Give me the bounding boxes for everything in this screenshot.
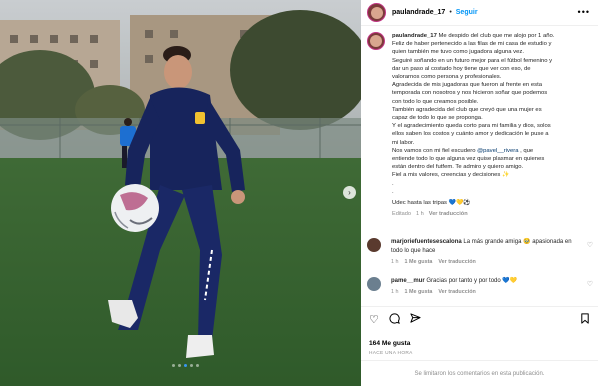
caption-line: están dentro del futfem. Te admiro y qui… bbox=[392, 164, 524, 171]
action-icons: ♡ bbox=[369, 313, 590, 327]
caption-line: . bbox=[392, 180, 394, 187]
post-photo-illustration bbox=[0, 0, 361, 386]
avatar-image bbox=[370, 35, 382, 47]
comment-likes[interactable]: 1 Me gusta bbox=[405, 259, 433, 265]
comment-avatar[interactable] bbox=[367, 238, 381, 252]
avatar[interactable] bbox=[367, 3, 386, 22]
caption-line: Feliz de haber pertenecido a las filas d… bbox=[392, 41, 552, 48]
comment-like-heart-icon[interactable]: ♡ bbox=[587, 241, 593, 249]
comment-username[interactable]: pame__mur bbox=[391, 278, 425, 284]
post-header: paulandrade_17 • Seguir ••• bbox=[361, 0, 598, 26]
caption-line: Fiel a mis valores, creencias y decision… bbox=[392, 172, 510, 179]
mention-link[interactable]: @pavel__rivera bbox=[477, 148, 518, 154]
bookmark-icon[interactable] bbox=[580, 313, 590, 327]
comment-time[interactable]: 1 h bbox=[391, 289, 399, 295]
follow-button[interactable]: Seguir bbox=[456, 9, 478, 16]
post-actions: ♡ 164 Me gusta HACE UNA HORA bbox=[361, 306, 598, 356]
comment-like-heart-icon[interactable]: ♡ bbox=[587, 280, 593, 288]
comment-time[interactable]: 1 h bbox=[391, 259, 399, 265]
caption-body: paulandrade_17 Me despido del club que m… bbox=[392, 32, 592, 218]
heart-icon[interactable]: ♡ bbox=[369, 314, 379, 326]
author-username[interactable]: paulandrade_17 bbox=[392, 9, 445, 16]
caption-line: mi labor. bbox=[392, 139, 415, 146]
caption-line: También agradecida del club que creyó qu… bbox=[392, 106, 542, 113]
carousel-next-button[interactable]: › bbox=[343, 186, 356, 199]
caption-time[interactable]: 1 h bbox=[416, 211, 424, 217]
comment-likes[interactable]: 1 Me gusta bbox=[405, 289, 433, 295]
caption-meta: Editado 1 h Ver traducción bbox=[392, 210, 592, 218]
likes-count[interactable]: 164 Me gusta bbox=[369, 340, 590, 347]
caption-username[interactable]: paulandrade_17 bbox=[392, 33, 437, 39]
caption-line: Nos vamos con mi fiel escudero bbox=[392, 147, 478, 154]
comment-translate-link[interactable]: Ver traducción bbox=[438, 259, 475, 265]
caption-line: entiende todo lo que alguna vez quise pl… bbox=[392, 156, 545, 163]
caption-line: . bbox=[392, 188, 394, 195]
avatar-image bbox=[370, 6, 383, 19]
caption-line: temporada con nosotros y nos hicieron so… bbox=[392, 90, 548, 97]
caption-line: ellos saben los costos y cuánto amor y d… bbox=[392, 131, 549, 138]
caption-line: con todo lo que creamos posible. bbox=[392, 98, 479, 105]
carousel-dot bbox=[172, 364, 175, 367]
caption-line: Udec hasta las tripas 💙💛⚽ bbox=[392, 200, 471, 207]
caption-avatar[interactable] bbox=[367, 32, 385, 50]
carousel-dot bbox=[190, 364, 193, 367]
more-options-icon[interactable]: ••• bbox=[578, 7, 590, 17]
comment-body: marjoriefuentesescalona La más grande am… bbox=[391, 238, 581, 267]
comment-body: pame__mur Gracias por tanto y por todo 💙… bbox=[391, 277, 581, 297]
comment-text: Gracias por tanto y por todo 💙💛 bbox=[426, 278, 518, 284]
carousel-dot bbox=[196, 364, 199, 367]
comment-translate-link[interactable]: Ver traducción bbox=[438, 289, 475, 295]
caption-line: capaz de todo lo que se proponga. bbox=[392, 115, 483, 122]
comment-meta: 1 h 1 Me gusta Ver traducción bbox=[391, 258, 581, 267]
comment-icon[interactable] bbox=[389, 313, 400, 327]
chevron-right-icon: › bbox=[348, 187, 351, 197]
caption-line: Agradecida de mis jugadoras que fueron a… bbox=[392, 82, 542, 89]
comments-limited-notice: Se limitaron los comentarios en esta pub… bbox=[361, 360, 598, 386]
caption-line: dar un paso al costado hoy tiene que ver… bbox=[392, 65, 531, 72]
carousel-dots bbox=[172, 364, 199, 367]
post-caption: paulandrade_17 Me despido del club que m… bbox=[367, 32, 593, 218]
comment-item: marjoriefuentesescalona La más grande am… bbox=[367, 238, 593, 267]
caption-line: , que bbox=[518, 147, 534, 154]
edited-label: Editado bbox=[392, 211, 411, 218]
carousel-dot bbox=[178, 364, 181, 367]
posted-time: HACE UNA HORA bbox=[369, 351, 413, 356]
comment-item: pame__mur Gracias por tanto y por todo 💙… bbox=[367, 277, 593, 297]
carousel-dot-active bbox=[184, 364, 187, 367]
caption-line: Seguiré soñando en un futuro mejor para … bbox=[392, 57, 553, 64]
comment-username[interactable]: marjoriefuentesescalona bbox=[391, 239, 462, 245]
caption-line: quien también me tuvo como jugadora algu… bbox=[392, 49, 524, 56]
caption-line: Me despido del club que me alojo por 1 a… bbox=[438, 33, 555, 39]
header-separator: • bbox=[449, 9, 452, 16]
caption-line: valorarnos como persona y profesionales. bbox=[392, 74, 502, 81]
send-icon[interactable] bbox=[410, 313, 421, 327]
comment-meta: 1 h 1 Me gusta Ver traducción bbox=[391, 288, 581, 297]
caption-translate-link[interactable]: Ver traducción bbox=[429, 211, 468, 217]
comment-avatar[interactable] bbox=[367, 277, 381, 291]
post-image[interactable]: › bbox=[0, 0, 361, 386]
caption-line: Y el agradecimiento queda corto para mi … bbox=[392, 123, 551, 130]
post-details-panel: paulandrade_17 • Seguir ••• paulandrade_… bbox=[361, 0, 598, 386]
